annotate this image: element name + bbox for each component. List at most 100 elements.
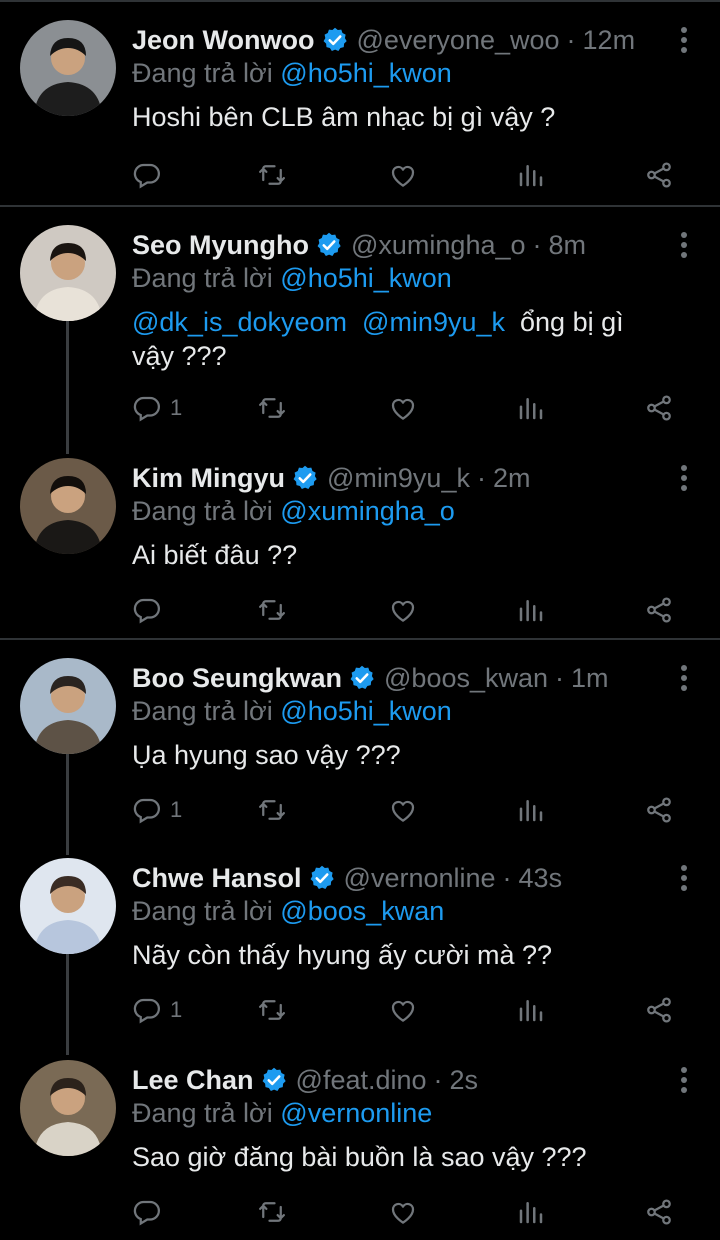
reply-button[interactable]	[132, 155, 170, 195]
avatar[interactable]	[20, 1060, 116, 1156]
views-icon	[519, 1000, 543, 1022]
more-options-icon[interactable]	[680, 664, 688, 692]
reply-button[interactable]	[132, 1192, 170, 1232]
reply-icon	[133, 396, 160, 422]
share-icon	[647, 395, 671, 421]
display-name[interactable]: Chwe Hansol	[132, 863, 302, 894]
retweet-button[interactable]	[257, 1192, 287, 1232]
more-options-icon[interactable]	[680, 464, 688, 492]
reply-icon	[133, 1200, 160, 1226]
like-button[interactable]	[388, 790, 418, 830]
retweet-icon	[259, 1000, 285, 1020]
views-icon	[519, 165, 543, 187]
replying-to: Đang trả lời @xumingha_o	[132, 496, 455, 527]
replying-to-mention[interactable]: @vernonline	[280, 1098, 432, 1128]
timestamp[interactable]: 2s	[450, 1065, 479, 1096]
separator-dot: ·	[502, 862, 512, 893]
user-handle[interactable]: @boos_kwan	[384, 663, 548, 694]
tweet-text: Hoshi bên CLB âm nhạc bị gì vậy ?	[132, 100, 672, 134]
like-button[interactable]	[388, 388, 418, 428]
replying-to-mention[interactable]: @ho5hi_kwon	[280, 58, 452, 88]
avatar[interactable]	[20, 658, 116, 754]
more-options-icon[interactable]	[680, 26, 688, 54]
user-handle[interactable]: @xumingha_o	[351, 230, 526, 261]
reply-icon	[133, 798, 160, 824]
like-button[interactable]	[388, 1192, 418, 1232]
replying-to-label: Đang trả lời	[132, 1098, 273, 1128]
views-icon	[519, 398, 543, 420]
user-handle[interactable]: @everyone_woo	[357, 25, 560, 56]
tweet[interactable]: Lee Chan @feat.dino · 2s Đang trả lời @v…	[0, 1040, 720, 1240]
timestamp[interactable]: 12m	[583, 25, 636, 56]
avatar[interactable]	[20, 458, 116, 554]
replying-to-mention[interactable]: @ho5hi_kwon	[280, 696, 452, 726]
avatar[interactable]	[20, 858, 116, 954]
retweet-button[interactable]	[257, 155, 287, 195]
timestamp[interactable]: 43s	[519, 863, 563, 894]
more-options-icon[interactable]	[680, 864, 688, 892]
mention-link[interactable]: @dk_is_dokyeom	[132, 307, 347, 337]
user-handle[interactable]: @min9yu_k	[327, 463, 470, 494]
retweet-button[interactable]	[257, 388, 287, 428]
share-button[interactable]	[644, 790, 674, 830]
reply-button[interactable]	[132, 590, 170, 630]
share-button[interactable]	[644, 590, 674, 630]
display-name[interactable]: Boo Seungkwan	[132, 663, 342, 694]
timestamp[interactable]: 8m	[549, 230, 587, 261]
reply-icon	[133, 998, 160, 1024]
reply-button[interactable]: 1	[132, 990, 182, 1030]
share-button[interactable]	[644, 1192, 674, 1232]
avatar[interactable]	[20, 20, 116, 116]
views-button[interactable]	[516, 990, 546, 1030]
views-button[interactable]	[516, 590, 546, 630]
share-button[interactable]	[644, 155, 674, 195]
tweet[interactable]: Jeon Wonwoo @everyone_woo · 12m Đang trả…	[0, 0, 720, 200]
views-button[interactable]	[516, 1192, 546, 1232]
retweet-button[interactable]	[257, 990, 287, 1030]
tweet-actions	[132, 155, 692, 195]
tweet[interactable]: Seo Myungho @xumingha_o · 8m Đang trả lờ…	[0, 205, 720, 422]
retweet-icon	[259, 165, 285, 185]
more-options-icon[interactable]	[680, 231, 688, 259]
avatar[interactable]	[20, 225, 116, 321]
replying-to-mention[interactable]: @ho5hi_kwon	[280, 263, 452, 293]
display-name[interactable]: Jeon Wonwoo	[132, 25, 315, 56]
retweet-icon	[259, 1202, 285, 1222]
replying-to-mention[interactable]: @boos_kwan	[280, 896, 444, 926]
mention-link[interactable]: @min9yu_k	[362, 307, 505, 337]
replying-to-label: Đang trả lời	[132, 263, 273, 293]
separator-dot: ·	[433, 1064, 443, 1095]
timestamp[interactable]: 1m	[571, 663, 609, 694]
replying-to-mention[interactable]: @xumingha_o	[280, 496, 455, 526]
views-button[interactable]	[516, 790, 546, 830]
timestamp[interactable]: 2m	[493, 463, 531, 494]
retweet-button[interactable]	[257, 790, 287, 830]
like-icon	[391, 165, 415, 187]
display-name[interactable]: Lee Chan	[132, 1065, 254, 1096]
tweet[interactable]: Chwe Hansol @vernonline · 43s Đang trả l…	[0, 838, 720, 1038]
tweet[interactable]: Boo Seungkwan @boos_kwan · 1m Đang trả l…	[0, 638, 720, 838]
like-button[interactable]	[388, 590, 418, 630]
tweet-text-line: Ai biết đâu ??	[132, 540, 298, 570]
tweet[interactable]: Kim Mingyu @min9yu_k · 2m Đang trả lời @…	[0, 438, 720, 638]
user-handle[interactable]: @feat.dino	[296, 1065, 427, 1096]
user-handle[interactable]: @vernonline	[344, 863, 496, 894]
reply-count: 1	[170, 797, 183, 822]
more-options-icon[interactable]	[680, 1066, 688, 1094]
reply-button[interactable]: 1	[132, 388, 182, 428]
share-button[interactable]	[644, 388, 674, 428]
share-button[interactable]	[644, 990, 674, 1030]
views-icon	[519, 1202, 543, 1224]
views-button[interactable]	[516, 388, 546, 428]
verified-badge-icon	[262, 1067, 286, 1091]
tweet-actions: 1	[132, 388, 692, 428]
views-button[interactable]	[516, 155, 546, 195]
verified-badge-icon	[310, 865, 334, 889]
reply-button[interactable]: 1	[132, 790, 182, 830]
display-name[interactable]: Seo Myungho	[132, 230, 309, 261]
like-button[interactable]	[388, 990, 418, 1030]
like-button[interactable]	[388, 155, 418, 195]
display-name[interactable]: Kim Mingyu	[132, 463, 285, 494]
like-icon	[391, 1202, 415, 1224]
retweet-button[interactable]	[257, 590, 287, 630]
